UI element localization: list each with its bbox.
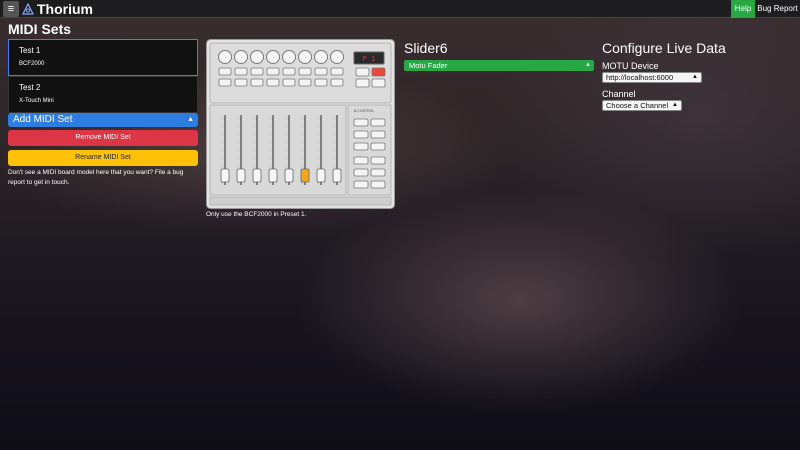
preset-button[interactable] [371,67,386,77]
row-button[interactable] [314,78,328,87]
row-button[interactable] [330,67,344,76]
row-button[interactable] [234,78,248,87]
add-midi-set-label: Add MIDI Set [13,114,73,125]
control-button[interactable] [353,130,369,139]
help-button[interactable]: Help [731,0,755,18]
select-caret-icon: ▲ [585,62,591,68]
select-caret-icon: ▲ [672,102,678,108]
slider-title: Slider6 [404,40,448,56]
slider-component-select[interactable]: Motu Fader ▲ [404,60,594,71]
app-name: Thorium [37,1,93,17]
bug-report-button[interactable]: Bug Report [755,0,800,18]
live-data-title: Configure Live Data [602,40,726,56]
encoder-knob[interactable] [250,50,264,64]
preset-button[interactable] [355,78,370,88]
midi-set-list: Test 1 BCF2000 Test 2 X-Touch Mini [8,39,198,113]
encoder-knob[interactable] [218,50,232,64]
fader-cap[interactable] [268,168,278,183]
row-button[interactable] [298,67,312,76]
midi-set-item[interactable]: Test 1 BCF2000 [8,39,198,76]
control-button[interactable] [370,118,386,127]
select-caret-icon: ▲ [692,74,698,80]
row-button[interactable] [250,78,264,87]
rename-midi-set-button[interactable]: Rename MIDI Set [8,150,198,166]
channel-select[interactable]: Choose a Channel ▲ [602,100,682,111]
device-display-text: P 1 [363,55,376,63]
encoder-knob[interactable] [234,50,248,64]
control-button[interactable] [370,180,386,189]
midi-set-name: Test 2 [19,83,41,92]
remove-midi-set-button[interactable]: Remove MIDI Set [8,130,198,146]
app-logo[interactable]: Thorium [22,1,93,17]
row-button[interactable] [314,67,328,76]
control-button[interactable] [370,130,386,139]
midi-set-item[interactable]: Test 2 X-Touch Mini [8,76,198,113]
select-caret-icon: ▲ [187,116,194,123]
control-button[interactable] [353,180,369,189]
encoder-knob[interactable] [282,50,296,64]
encoder-knob[interactable] [298,50,312,64]
device-brand-label: B-CONTROL [354,109,375,113]
midi-device-image: P 1 B-CONTROL [206,39,395,209]
fader-cap[interactable] [284,168,294,183]
midi-set-name: Test 1 [19,46,41,55]
thorium-logo-icon [22,3,34,15]
control-button[interactable] [353,118,369,127]
row-button[interactable] [218,67,232,76]
fader-cap[interactable] [220,168,230,183]
hamburger-menu-icon[interactable]: ≡ [3,1,19,17]
midi-set-model: X-Touch Mini [19,98,54,104]
motu-device-label: MOTU Device [602,61,659,71]
fader-cap[interactable] [252,168,262,183]
row-button[interactable] [250,67,264,76]
channel-label: Channel [602,89,636,99]
row-button[interactable] [218,78,232,87]
control-button[interactable] [353,168,369,177]
control-button[interactable] [353,156,369,165]
page-title: MIDI Sets [8,21,72,37]
encoder-knob[interactable] [314,50,328,64]
bug-report-hint: Don't see a MIDI board model here that y… [8,169,184,186]
control-button[interactable] [370,168,386,177]
preset-button[interactable] [371,78,386,88]
slider-component-value: Motu Fader [409,61,448,70]
fader-cap[interactable] [316,168,326,183]
preset-button[interactable] [355,67,370,77]
row-button[interactable] [266,78,280,87]
channel-value: Choose a Channel [606,101,669,110]
row-button[interactable] [282,67,296,76]
encoder-knob[interactable] [330,50,344,64]
row-button[interactable] [266,67,280,76]
device-usage-note: Only use the BCF2000 in Preset 1. [206,211,307,218]
control-button[interactable] [370,156,386,165]
add-midi-set-select[interactable]: Add MIDI Set ▲ [8,113,198,127]
motu-device-value: http://localhost:6000 [606,73,674,82]
bcf2000-controller: P 1 B-CONTROL [206,39,395,209]
midi-set-model: BCF2000 [19,61,45,67]
control-button[interactable] [353,142,369,151]
encoder-knob[interactable] [266,50,280,64]
fader-cap[interactable] [332,168,342,183]
row-button[interactable] [330,78,344,87]
fader-cap[interactable] [236,168,246,183]
row-button[interactable] [282,78,296,87]
top-bar: ≡ Thorium Help Bug Report [0,0,800,18]
row-button[interactable] [234,67,248,76]
control-button[interactable] [370,142,386,151]
fader-cap-selected[interactable] [300,168,310,183]
motu-device-select[interactable]: http://localhost:6000 ▲ [602,72,702,83]
row-button[interactable] [298,78,312,87]
